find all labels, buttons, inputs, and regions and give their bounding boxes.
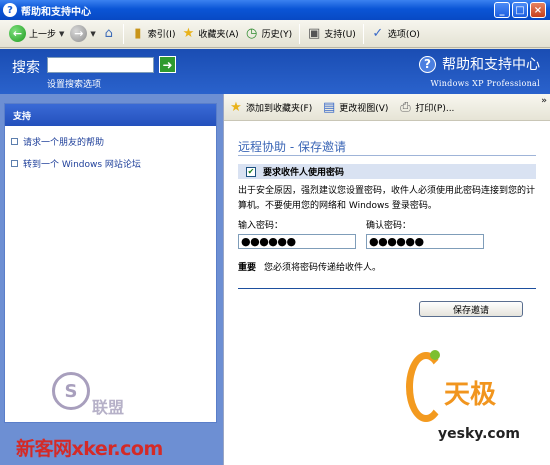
back-button[interactable]: ← 上一步 ▼ [6,22,67,46]
require-password-checkbox[interactable]: ✔ [246,166,256,177]
favorites-label: 收藏夹(A) [198,30,239,40]
search-go-button[interactable]: ➜ [159,56,176,73]
options-button[interactable]: ✓ 选项(O) [368,22,423,46]
favorites-button[interactable]: ★ 收藏夹(A) [178,22,241,46]
close-button[interactable]: × [530,2,546,18]
history-button[interactable]: ◷ 历史(Y) [242,22,296,46]
minimize-button[interactable]: _ [494,2,510,18]
bullet-icon [11,160,18,167]
sidebar-item-label: 请求一个朋友的帮助 [23,138,105,148]
watermark-url: yesky.com [438,426,520,442]
forward-arrow-icon: → [70,25,88,42]
index-button[interactable]: ▮ 索引(I) [128,22,179,46]
support-label: 支持(U) [324,30,356,40]
important-note: 重要 您必须将密码传递给收件人。 [238,260,381,273]
back-label: 上一步 [29,30,57,40]
forward-button[interactable]: → ▼ [67,22,98,46]
search-label: 搜索 [12,60,40,76]
confirm-password-label: 确认密码： [366,221,412,231]
printer-icon: ⎙ [400,99,411,115]
toolbar-divider [122,23,124,44]
form-divider [238,288,536,289]
search-header: 搜索 ➜ 设置搜索选项 ? 帮助和支持中心 Windows XP Profess… [0,49,550,94]
view-icon: ▤ [323,99,336,115]
watermark-union-text: 联盟 [92,398,125,417]
maximize-button[interactable]: □ [512,2,528,18]
toolbar-divider [362,23,364,44]
print-button[interactable]: ⎙ 打印(P)... [398,99,454,115]
index-label: 索引(I) [147,30,176,40]
book-icon: ▮ [134,26,142,41]
content-toolbar: ★ 添加到收藏夹(F) ▤ 更改视图(V) ⎙ 打印(P)... » [224,94,550,121]
sidebar-item-windows-forum[interactable]: 转到一个 Windows 网站论坛 [11,157,216,170]
change-view-button[interactable]: ▤ 更改视图(V) [322,99,388,115]
options-icon: ✓ [372,26,384,41]
save-invitation-button[interactable]: 保存邀请 [419,301,523,317]
bullet-icon [11,138,18,145]
require-password-row[interactable]: ✔ 要求收件人使用密码 [238,164,536,179]
important-text: 您必须将密码传递给收件人。 [264,263,382,273]
help-icon: ? [419,55,436,73]
title-divider [238,155,536,156]
title-bar: ? 帮助和支持中心 _ □ × [0,0,550,20]
confirm-password-field[interactable]: ●●●●●● [366,234,484,249]
require-password-label: 要求收件人使用密码 [263,168,345,178]
sidebar-item-ask-friend[interactable]: 请求一个朋友的帮助 [11,135,216,148]
watermark-brand: 天极 [444,380,497,410]
back-arrow-icon: ← [9,25,26,42]
chevron-more-icon[interactable]: » [541,96,547,106]
home-icon: ⌂ [104,26,113,41]
xker-watermark: S 联盟 新客网xker.com [8,348,208,465]
help-center-title-text: 帮助和支持中心 [442,57,540,73]
help-center-title: ? 帮助和支持中心 [419,54,540,74]
add-favorite-button[interactable]: ★ 添加到收藏夹(F) [229,99,312,115]
toolbar-divider [299,23,301,44]
s-logo-icon: S [52,372,90,410]
options-label: 选项(O) [387,30,420,40]
yesky-watermark: 天极 yesky.com [400,350,540,455]
sidebar-item-label: 转到一个 Windows 网站论坛 [23,160,141,170]
yesky-logo-icon [406,352,446,422]
search-options-link[interactable]: 设置搜索选项 [47,77,101,90]
support-panel-header: 支持 [5,104,216,126]
important-label: 重要 [238,263,257,273]
password-field[interactable]: ●●●●●● [238,234,356,249]
home-button[interactable]: ⌂ [99,22,119,46]
print-label: 打印(P)... [415,103,455,114]
star-icon: ★ [182,26,195,41]
main-toolbar: ← 上一步 ▼ → ▼ ⌂ ▮ 索引(I) ★ 收藏夹(A) ◷ 历史(Y) ▣… [0,20,550,48]
search-input[interactable] [47,57,154,73]
yesky-logo-dot [430,350,440,360]
os-edition-label: Windows XP Professional [430,79,540,88]
support-button[interactable]: ▣ 支持(U) [304,22,359,46]
add-favorite-label: 添加到收藏夹(F) [246,103,313,114]
change-view-label: 更改视图(V) [339,103,389,114]
chevron-down-icon[interactable]: ▼ [90,30,95,38]
security-description: 出于安全原因，强烈建议您设置密码，收件人必须使用此密码连接到您的计算机。不要使用… [238,186,536,211]
history-label: 历史(Y) [261,30,293,40]
history-icon: ◷ [246,26,258,41]
window-title: 帮助和支持中心 [21,6,91,18]
support-icon: ▣ [308,26,321,41]
star-icon: ★ [230,99,242,115]
help-icon: ? [3,3,17,17]
chevron-down-icon[interactable]: ▼ [59,30,64,38]
watermark-text: 新客网xker.com [16,438,163,460]
page-title: 远程协助 - 保存邀请 [238,140,346,154]
password-label: 输入密码： [238,221,284,231]
